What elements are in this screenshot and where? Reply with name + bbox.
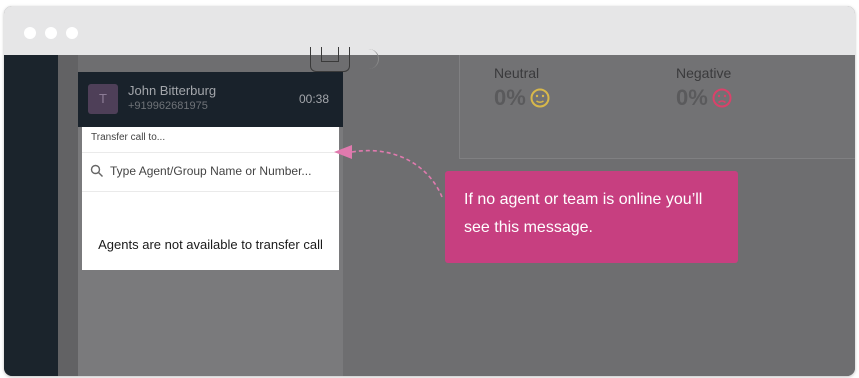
call-panel: T John Bitterburg +919962681975 00:38 Tr…	[78, 72, 343, 376]
neutral-stat: Neutral 0%	[494, 65, 550, 111]
app-content: Neutral 0% Negative 0% T John Bitterburg…	[4, 47, 855, 376]
app-window: Neutral 0% Negative 0% T John Bitterburg…	[4, 6, 855, 376]
caller-name: John Bitterburg	[128, 83, 217, 98]
negative-stat: Negative 0%	[676, 65, 732, 111]
window-close-dot[interactable]	[24, 27, 36, 39]
transfer-search-input[interactable]	[110, 159, 332, 183]
active-call-header: T John Bitterburg +919962681975 00:38	[78, 72, 343, 127]
neutral-value: 0%	[494, 85, 526, 110]
sad-face-icon	[712, 88, 732, 108]
dialpad-icon[interactable]	[310, 47, 350, 72]
left-sidebar	[4, 55, 58, 376]
call-timer: 00:38	[298, 92, 329, 106]
tooltip-callout: If no agent or team is online you’ll see…	[445, 171, 738, 263]
avatar: T	[88, 84, 118, 114]
transfer-dropdown: Transfer call to... Agents are not avail…	[82, 127, 339, 270]
sidebar-divider	[58, 55, 78, 376]
decorative-arc	[358, 49, 379, 69]
search-icon	[90, 164, 103, 177]
window-maximize-dot[interactable]	[66, 27, 78, 39]
negative-label: Negative	[676, 65, 732, 81]
transfer-title: Transfer call to...	[91, 132, 166, 143]
agents-unavailable-message: Agents are not available to transfer cal…	[98, 237, 323, 252]
transfer-search-row	[82, 152, 339, 192]
neutral-label: Neutral	[494, 65, 540, 81]
callout-text: If no agent or team is online you’ll see…	[464, 191, 703, 236]
window-minimize-dot[interactable]	[45, 27, 57, 39]
negative-value: 0%	[676, 85, 708, 110]
window-titlebar	[4, 6, 855, 55]
callout-arrow	[334, 145, 443, 198]
caller-number: +919962681975	[128, 100, 208, 112]
neutral-face-icon	[530, 88, 550, 108]
sentiment-stats-card: Neutral 0% Negative 0%	[459, 55, 855, 159]
